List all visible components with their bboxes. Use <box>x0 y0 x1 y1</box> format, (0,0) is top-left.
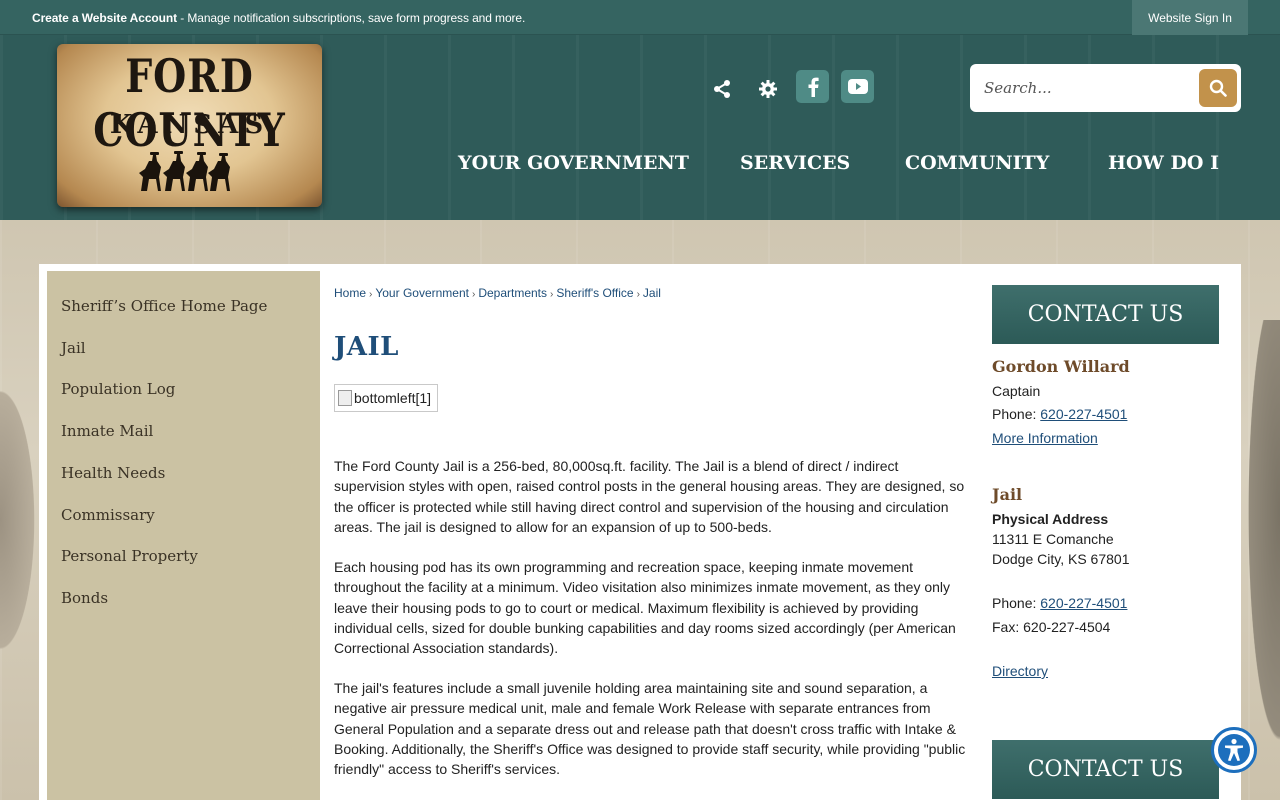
utility-bar: Create a Website Account - Manage notifi… <box>0 0 1280 35</box>
address-street: 11311 E Comanche <box>992 531 1114 547</box>
logo-line2: KANSAS <box>109 110 270 140</box>
sidebar-item-health-needs[interactable]: Health Needs <box>61 464 165 482</box>
ford-county-logo[interactable]: FORD COUNTY KANSAS <box>57 44 322 207</box>
cowboy-image <box>1240 320 1280 800</box>
breadcrumb-home[interactable]: Home <box>334 286 366 300</box>
content-panel: Sheriff’s Office Home Page Jail Populati… <box>39 264 1241 800</box>
sidebar-item-inmate-mail[interactable]: Inmate Mail <box>61 422 153 440</box>
office-phone: Phone: 620-227-4501 <box>992 595 1128 611</box>
contact-phone-link[interactable]: 620-227-4501 <box>1040 406 1127 422</box>
paragraph-2: Each housing pod has its own programming… <box>334 559 956 657</box>
breadcrumb: Home › Your Government › Departments › Sheriff… <box>334 286 661 300</box>
website-sign-in-button[interactable]: Website Sign In <box>1132 0 1248 35</box>
breadcrumb-sheriffs-office[interactable]: Sheriff's Office <box>556 286 633 300</box>
accessibility-button[interactable] <box>1211 727 1257 773</box>
contact-us-heading-2: CONTACT US <box>992 740 1219 799</box>
image-alt-text: bottomleft[1] <box>354 390 432 406</box>
office-name: Jail <box>992 485 1023 504</box>
address-city: Dodge City, KS 67801 <box>992 551 1130 567</box>
sidebar-item-personal-property[interactable]: Personal Property <box>61 547 198 565</box>
contact-phone: Phone: 620-227-4501 <box>992 406 1128 422</box>
nav-community[interactable]: COMMUNITY <box>905 152 1049 174</box>
paragraph-1: The Ford County Jail is a 256-bed, 80,00… <box>334 458 965 535</box>
paragraph-3: The jail's features include a small juve… <box>334 680 966 778</box>
contact-us-heading: CONTACT US <box>992 285 1219 344</box>
sidebar-item-commissary[interactable]: Commissary <box>61 506 155 524</box>
more-information-link[interactable]: More Information <box>992 430 1098 446</box>
physical-address-label: Physical Address <box>992 511 1109 527</box>
search-input[interactable] <box>984 76 1184 100</box>
accessibility-icon <box>1218 734 1250 766</box>
gear-icon[interactable] <box>751 72 784 105</box>
search-button[interactable] <box>1199 69 1237 107</box>
nav-your-government[interactable]: YOUR GOVERNMENT <box>458 152 689 174</box>
nav-services[interactable]: SERVICES <box>740 152 850 174</box>
facebook-icon[interactable] <box>796 70 829 103</box>
sidebar-item-bonds[interactable]: Bonds <box>61 589 108 607</box>
main-navigation: YOUR GOVERNMENT SERVICES COMMUNITY HOW D… <box>0 152 1280 178</box>
longhorn-image <box>0 370 40 670</box>
page-title: JAIL <box>334 332 399 362</box>
breadcrumb-jail[interactable]: Jail <box>643 286 661 300</box>
share-icon[interactable] <box>705 72 738 105</box>
sidebar-item-jail[interactable]: Jail <box>61 339 86 357</box>
search-box <box>970 64 1241 112</box>
search-icon <box>1209 79 1227 97</box>
directory: Directory <box>992 663 1048 679</box>
contact-name: Gordon Willard <box>992 357 1130 376</box>
site-header: FORD COUNTY KANSAS Search... YOUR GOVERN… <box>0 35 1280 220</box>
logo-line1: FORD COUNTY <box>93 48 286 157</box>
office-fax: Fax: 620-227-4504 <box>992 619 1111 635</box>
directory-link[interactable]: Directory <box>992 663 1048 679</box>
create-account-link[interactable]: Create a Website Account - Manage notifi… <box>32 11 525 25</box>
sidebar-navigation: Sheriff’s Office Home Page Jail Populati… <box>47 271 320 800</box>
breadcrumb-your-government[interactable]: Your Government <box>375 286 469 300</box>
more-information: More Information <box>992 430 1098 446</box>
nav-how-do-i[interactable]: HOW DO I <box>1108 152 1219 174</box>
breadcrumb-departments[interactable]: Departments <box>478 286 547 300</box>
broken-image: bottomleft[1] <box>334 384 438 412</box>
sidebar-item-population-log[interactable]: Population Log <box>61 380 175 398</box>
contact-role: Captain <box>992 383 1041 399</box>
youtube-icon[interactable] <box>841 70 874 103</box>
sidebar-item-sheriffs-office-home[interactable]: Sheriff’s Office Home Page <box>61 297 267 315</box>
office-phone-link[interactable]: 620-227-4501 <box>1040 595 1127 611</box>
broken-image-icon <box>338 390 352 406</box>
